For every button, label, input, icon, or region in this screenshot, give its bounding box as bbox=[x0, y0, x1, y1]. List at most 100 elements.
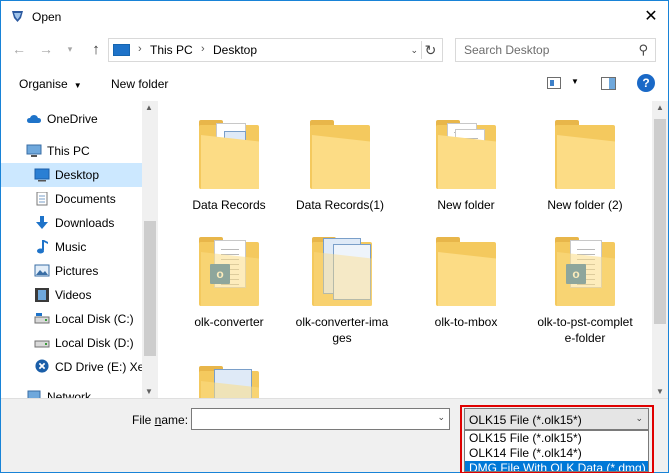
command-bar: Organise ▼ New folder ▼ ? bbox=[1, 69, 668, 99]
breadcrumb-desktop[interactable]: Desktop bbox=[213, 43, 257, 57]
address-bar[interactable]: › This PC › Desktop ⌄ ↻ bbox=[108, 38, 443, 62]
breadcrumb-this-pc[interactable]: This PC bbox=[150, 43, 193, 57]
computer-icon bbox=[113, 44, 130, 56]
back-button[interactable]: ← bbox=[10, 40, 28, 58]
title-bar: Open ✕ bbox=[1, 1, 668, 32]
sidebar-item-documents[interactable]: Documents bbox=[1, 187, 142, 211]
arrow-left-icon: ← bbox=[12, 41, 26, 57]
app-shield-icon bbox=[12, 11, 23, 22]
sidebar-item-label: This PC bbox=[47, 144, 90, 158]
scroll-down-icon[interactable]: ▼ bbox=[656, 387, 664, 396]
download-arrow-icon bbox=[36, 216, 48, 229]
computer-icon bbox=[26, 144, 42, 157]
arrow-right-icon: → bbox=[39, 41, 53, 57]
sidebar-item-local-disk-c[interactable]: Local Disk (C:) bbox=[1, 307, 142, 331]
sidebar-item-label: Network bbox=[47, 390, 92, 398]
sidebar-item-label: OneDrive bbox=[47, 112, 98, 126]
file-name: olk-converter bbox=[194, 315, 264, 329]
folder-icon bbox=[309, 234, 375, 310]
folder-icon bbox=[196, 117, 262, 193]
desktop-icon bbox=[34, 168, 50, 182]
file-list-scrollbar[interactable]: ▲ ▼ bbox=[652, 101, 668, 398]
sidebar-item-local-disk-d[interactable]: Local Disk (D:) bbox=[1, 331, 142, 355]
open-dialog: Open ✕ ← → ▾ ↑ › This PC › Desktop ⌄ ↻ S… bbox=[0, 0, 669, 473]
window-title: Open bbox=[32, 10, 62, 24]
drive-icon bbox=[34, 313, 50, 324]
folder-item[interactable]: olk-to-mbox bbox=[409, 234, 523, 330]
preview-pane-icon[interactable] bbox=[601, 77, 616, 90]
sidebar-item-label: Local Disk (C:) bbox=[55, 312, 134, 326]
folder-item[interactable]: o olk-converter bbox=[172, 234, 286, 330]
scrollbar-thumb[interactable] bbox=[144, 221, 156, 356]
scrollbar-thumb[interactable] bbox=[654, 119, 666, 324]
folder-item[interactable]: New folder (2) bbox=[528, 117, 642, 213]
sidebar-item-cd-drive-e[interactable]: CD Drive (E:) Xer bbox=[1, 355, 148, 379]
organise-label: Organise bbox=[19, 77, 68, 91]
sidebar-item-label: Music bbox=[55, 240, 87, 254]
view-options-dropdown[interactable]: ▼ bbox=[571, 77, 579, 86]
sidebar-item-pictures[interactable]: Pictures bbox=[1, 259, 142, 283]
folder-icon bbox=[196, 363, 262, 398]
file-name: New folder bbox=[437, 198, 495, 212]
refresh-button[interactable]: ↻ bbox=[421, 41, 439, 59]
sidebar-item-label: Desktop bbox=[55, 168, 100, 182]
address-dropdown-icon[interactable]: ⌄ bbox=[410, 45, 418, 56]
chevron-down-icon: ▼ bbox=[73, 81, 82, 90]
folder-item[interactable] bbox=[172, 363, 286, 398]
pictures-icon bbox=[34, 264, 50, 277]
file-name: Data Records(1) bbox=[295, 198, 385, 212]
folder-item[interactable]: Data Records(1) bbox=[283, 117, 397, 213]
file-name-label: File name: bbox=[132, 413, 189, 427]
file-name-input[interactable]: ⌄ bbox=[191, 408, 450, 430]
folder-item[interactable]: New folder bbox=[409, 117, 523, 213]
help-button[interactable]: ? bbox=[637, 74, 655, 92]
close-button[interactable]: ✕ bbox=[640, 5, 662, 27]
new-folder-button[interactable]: New folder bbox=[111, 77, 168, 91]
sidebar-item-label: Pictures bbox=[55, 264, 99, 278]
bottom-bar: File name: ⌄ OLK15 File (*.olk15*) ⌄ OLK… bbox=[1, 398, 668, 472]
file-name: olk-to-mbox bbox=[434, 315, 498, 329]
folder-icon bbox=[433, 234, 499, 310]
scroll-up-icon[interactable]: ▲ bbox=[145, 103, 153, 112]
chevron-down-icon: ▾ bbox=[67, 43, 73, 54]
network-icon bbox=[27, 390, 41, 398]
search-box[interactable]: Search Desktop ⚲ bbox=[455, 38, 656, 62]
arrow-up-icon: ↑ bbox=[92, 40, 100, 58]
recent-locations-button[interactable]: ▾ bbox=[61, 40, 79, 58]
file-type-option-highlighted[interactable]: DMG File With OLK Data (*.dmg) bbox=[465, 461, 648, 471]
scroll-down-icon[interactable]: ▼ bbox=[145, 387, 153, 396]
sidebar-item-this-pc[interactable]: This PC bbox=[1, 139, 142, 163]
navigation-pane-scrollbar[interactable]: ▲ ▼ bbox=[142, 101, 158, 398]
file-type-dropdown-list: OLK15 File (*.olk15*) OLK14 File (*.olk1… bbox=[464, 430, 649, 472]
sidebar-item-videos[interactable]: Videos bbox=[1, 283, 142, 307]
breadcrumb-separator: › bbox=[201, 43, 205, 55]
sidebar-item-music[interactable]: Music bbox=[1, 235, 142, 259]
file-type-option[interactable]: OLK14 File (*.olk14*) bbox=[465, 446, 648, 461]
folder-icon bbox=[307, 117, 373, 193]
organise-button[interactable]: Organise ▼ bbox=[19, 77, 82, 91]
film-icon bbox=[35, 288, 49, 302]
up-button[interactable]: ↑ bbox=[87, 40, 105, 58]
chevron-down-icon[interactable]: ⌄ bbox=[437, 412, 445, 423]
search-icon: ⚲ bbox=[638, 42, 648, 57]
folder-item[interactable]: olk-converter-images bbox=[285, 234, 399, 346]
search-input[interactable]: Search Desktop bbox=[464, 43, 549, 57]
file-name: Data Records bbox=[192, 198, 266, 212]
scroll-up-icon[interactable]: ▲ bbox=[656, 103, 664, 112]
forward-button[interactable]: → bbox=[37, 40, 55, 58]
folder-icon: o bbox=[196, 234, 262, 310]
file-type-option[interactable]: OLK15 File (*.olk15*) bbox=[465, 431, 648, 446]
file-type-select[interactable]: OLK15 File (*.olk15*) ⌄ bbox=[464, 408, 649, 430]
file-name-line: olk-to-pst-complete-folder bbox=[537, 315, 633, 345]
change-view-icon[interactable] bbox=[547, 77, 561, 89]
sidebar-item-network[interactable]: Network bbox=[1, 385, 142, 398]
folder-item[interactable]: o olk-to-pst-complete-folder bbox=[528, 234, 642, 346]
refresh-icon: ↻ bbox=[424, 41, 437, 58]
sidebar-item-label: Downloads bbox=[55, 216, 115, 230]
cd-drive-icon bbox=[35, 359, 49, 373]
sidebar-item-desktop[interactable]: Desktop bbox=[1, 163, 142, 187]
file-type-selected: OLK15 File (*.olk15*) bbox=[469, 413, 582, 427]
sidebar-item-downloads[interactable]: Downloads bbox=[1, 211, 142, 235]
folder-item[interactable]: Data Records bbox=[172, 117, 286, 213]
sidebar-item-onedrive[interactable]: OneDrive bbox=[1, 107, 142, 131]
